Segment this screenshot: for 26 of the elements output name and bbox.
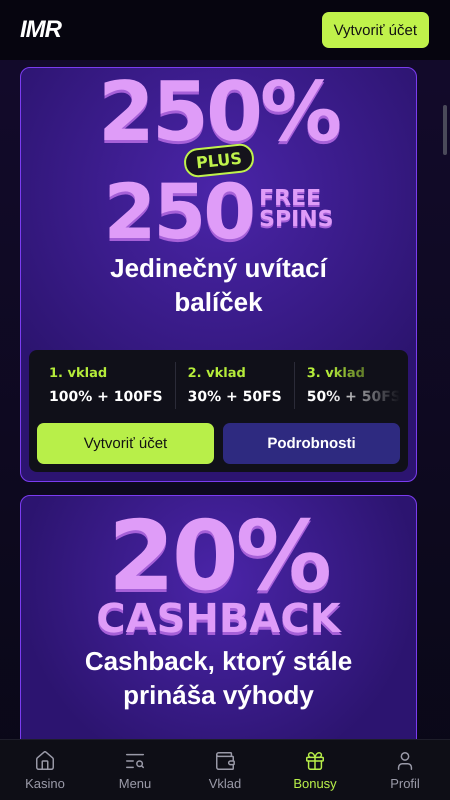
nav-tab[interactable]: Kasino [0,740,90,800]
nav-tab[interactable]: Menu [90,740,180,800]
deposit-value: 30% + 50FS [188,388,282,405]
deposit-value: 100% + 100FS [49,388,163,405]
promo-subtitle: Cashback, ktorý stále prináša výhody [84,644,354,712]
scrollbar[interactable] [443,105,447,155]
nav-tab[interactable]: Profil [360,740,450,800]
promo-headline: 250 [103,178,254,242]
promo-subtitle: Jedinečný uvítací balíček [109,252,328,320]
deposit-label: 3. vklad [306,366,366,381]
deposit-label: 2. vklad [188,366,247,381]
deposit-label: 1. vklad [49,366,108,381]
logo[interactable]: IMR [20,16,61,44]
create-account-button[interactable]: Vytvoriť účet [37,422,214,464]
plus-badge: PLUS [182,142,255,179]
promo-headline: 20% [108,514,329,595]
details-button[interactable]: Podrobnosti [223,422,400,464]
promo-headline: CASHBACK [96,598,341,635]
home-icon [34,750,56,772]
gift-icon [304,750,326,772]
promo-label: SPINS [259,210,334,231]
promo-label: FREE [259,189,322,210]
wallet-icon [214,750,236,772]
nav-tab[interactable]: Bonusy [270,740,360,800]
create-account-button[interactable]: Vytvoriť účet [322,12,429,48]
nav-tab[interactable]: Vklad [180,740,270,800]
